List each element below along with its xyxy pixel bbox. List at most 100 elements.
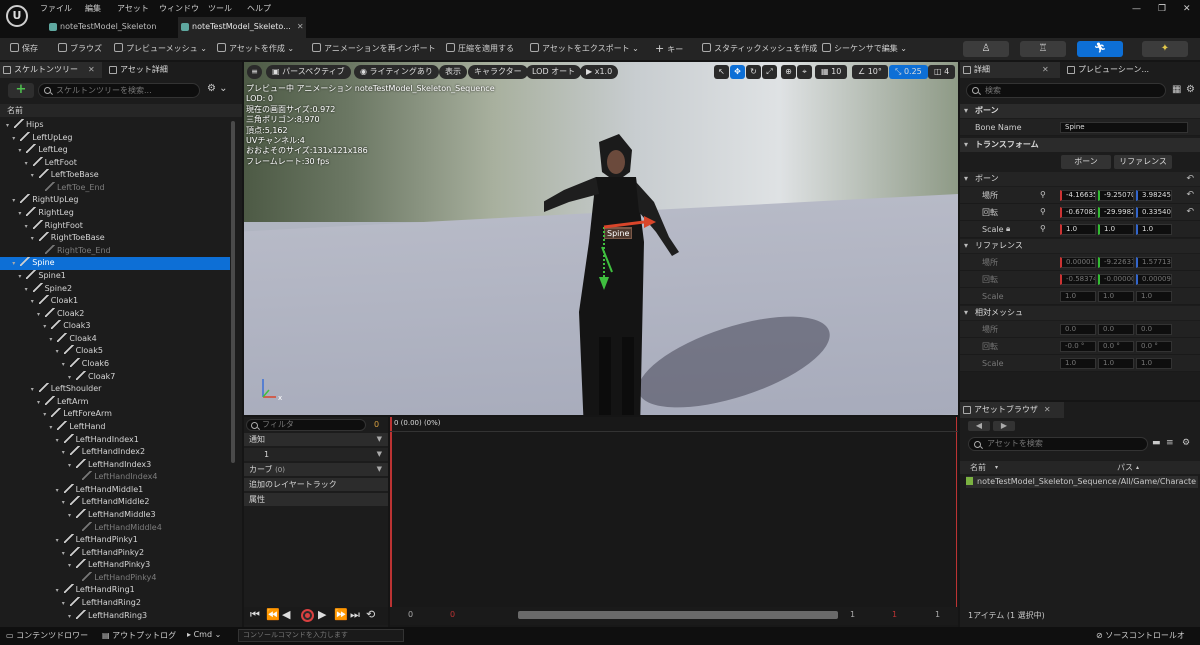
bone-row[interactable]: LeftToe_End xyxy=(0,181,230,195)
bone-row[interactable]: ▾ Spine2 xyxy=(0,282,230,296)
content-drawer-button[interactable]: ▭ コンテンツドロワー xyxy=(6,630,88,641)
play-end[interactable]: 1 xyxy=(892,610,897,619)
column-name[interactable]: 名前 xyxy=(970,461,986,474)
bone-row[interactable]: ▾ Hips xyxy=(0,119,230,132)
bone-row[interactable]: ▾ LeftUpLeg xyxy=(0,131,230,145)
settings-gear-icon[interactable]: ⚙ xyxy=(1182,438,1190,448)
close-tab-icon[interactable]: ✕ xyxy=(297,22,304,31)
translate-icon[interactable]: ✥ xyxy=(730,65,745,79)
bone-row[interactable]: ▾ Cloak5 xyxy=(0,345,230,358)
close-window-icon[interactable]: ✕ xyxy=(1183,4,1191,14)
lod-dropdown[interactable]: LOD オート xyxy=(526,65,582,79)
bone-row[interactable]: ▾ LeftFoot xyxy=(0,156,230,170)
tree-scrollbar[interactable] xyxy=(231,121,235,463)
tab-details[interactable]: 詳細 ✕ xyxy=(960,62,1060,78)
timeline-scrollbar[interactable] xyxy=(518,611,838,619)
mesh-mode-button[interactable]: ♖ xyxy=(1020,41,1066,57)
doc-tab-skeleton[interactable]: noteTestModel_Skeleton xyxy=(46,17,172,38)
skeleton-search-input[interactable]: スケルトンツリーを検索... xyxy=(38,83,200,98)
play-reverse-icon[interactable]: ◀ xyxy=(282,608,290,621)
bone-row[interactable]: ▾ LeftHandPinky3 xyxy=(0,559,230,572)
bone-name-field[interactable]: Spine xyxy=(1060,122,1188,133)
bone-row[interactable]: ▾ LeftHandIndex2 xyxy=(0,446,230,459)
location-x-field[interactable]: -4.16635 xyxy=(1060,190,1096,201)
bone-row[interactable]: ▾ LeftHandMiddle1 xyxy=(0,483,230,497)
surface-snap-icon[interactable]: ⌖ xyxy=(797,65,812,79)
attributes-track[interactable]: 属性 xyxy=(244,493,388,506)
bone-row[interactable]: ▾ LeftHandIndex3 xyxy=(0,458,230,472)
add-button[interactable]: + xyxy=(8,83,34,98)
create-asset-dropdown[interactable]: アセットを作成 ⌄ xyxy=(217,38,294,60)
rotate-icon[interactable]: ↻ xyxy=(746,65,761,79)
play-forward-icon[interactable]: ▶ xyxy=(318,608,326,621)
tab-preview-scene[interactable]: プレビューシーン... xyxy=(1064,62,1174,78)
menu-edit[interactable]: 編集 xyxy=(85,3,101,14)
close-tab-icon[interactable]: ✕ xyxy=(1044,405,1051,414)
section-bone[interactable]: ボーン xyxy=(960,104,1200,118)
bone-row[interactable]: ▾ RightUpLeg xyxy=(0,194,230,207)
rotation-x-field[interactable]: -0.67082 xyxy=(1060,207,1096,218)
output-log-button[interactable]: ▤ アウトプットログ xyxy=(102,630,176,641)
go-to-start-icon[interactable]: ⏮ xyxy=(250,608,260,622)
bone-row[interactable]: ▾ LeftHandMiddle2 xyxy=(0,496,230,509)
step-forward-icon[interactable]: ⏩ xyxy=(334,608,348,621)
forward-arrow-icon[interactable]: ▶ xyxy=(993,421,1015,431)
play-start[interactable]: 0 xyxy=(450,610,455,619)
bone-space-button[interactable]: ボーン xyxy=(1061,155,1111,169)
show-dropdown[interactable]: 表示 xyxy=(439,65,467,79)
location-y-field[interactable]: -9.25070 xyxy=(1098,190,1134,201)
timeline-area[interactable]: 0 (0.00) (0%) xyxy=(390,417,958,627)
bone-row[interactable]: ▾ Spine1 xyxy=(0,269,230,283)
doc-tab-sequence[interactable]: noteTestModel_Skeleto... ✕ xyxy=(178,17,306,38)
cmd-dropdown[interactable]: ▸ Cmd ⌄ xyxy=(187,630,221,639)
subsection-reference[interactable]: リファレンス xyxy=(960,239,1200,253)
dropdown-arrow-icon[interactable]: ▼ xyxy=(377,463,382,476)
additive-layer-track[interactable]: 追加のレイヤートラック xyxy=(244,478,388,491)
scale-z-field[interactable]: 1.0 xyxy=(1136,224,1172,235)
animation-mode-button[interactable]: 🏃︎ xyxy=(1077,41,1123,57)
console-input[interactable]: コンソールコマンドを入力します xyxy=(238,629,404,642)
make-static-mesh-button[interactable]: スタティックメッシュを作成 xyxy=(702,38,817,60)
grid-snap-toggle[interactable]: ▦ 10 xyxy=(815,65,848,79)
local-space-icon[interactable]: ⊕ xyxy=(781,65,796,79)
reset-icon[interactable]: ↶ xyxy=(1186,174,1194,184)
lock-icon[interactable]: ⚲ xyxy=(1040,190,1046,199)
key-button[interactable]: + キー xyxy=(655,38,683,60)
bone-row[interactable]: ▾ LeftForeArm xyxy=(0,408,230,421)
browse-button[interactable]: ブラウズ xyxy=(58,38,102,60)
reimport-button[interactable]: アニメーションを再インポート xyxy=(312,38,436,60)
settings-gear-icon[interactable]: ⚙ xyxy=(1186,84,1195,95)
bone-row[interactable]: LeftHandIndex4 xyxy=(0,471,230,484)
reset-icon[interactable]: ↶ xyxy=(1186,207,1194,217)
reset-icon[interactable]: ↶ xyxy=(1186,190,1194,200)
unreal-logo-icon[interactable]: U xyxy=(6,5,28,27)
step-back-icon[interactable]: ⏪ xyxy=(266,608,280,621)
bone-row[interactable]: ▾ LeftHandRing3 xyxy=(0,609,230,623)
bone-row[interactable]: LeftHandMiddle4 xyxy=(0,521,230,535)
export-asset-dropdown[interactable]: アセットをエクスポート ⌄ xyxy=(530,38,639,60)
lighting-dropdown[interactable]: ◉ ライティングあり xyxy=(354,65,439,79)
scale-snap-toggle[interactable]: ◫ 4 xyxy=(928,65,956,79)
rotation-y-field[interactable]: -29.9982 xyxy=(1098,207,1134,218)
bone-row[interactable]: ▾ Cloak6 xyxy=(0,358,230,371)
subsection-relative-mesh[interactable]: 相対メッシュ xyxy=(960,306,1200,320)
menu-window[interactable]: ウィンドウ xyxy=(159,3,199,14)
bone-row[interactable]: ▾ Cloak7 xyxy=(0,370,230,384)
section-transform[interactable]: トランスフォーム xyxy=(960,138,1200,152)
timeline-filter-input[interactable]: フィルタ xyxy=(246,419,366,431)
bone-row[interactable]: ▾ LeftHandRing1 xyxy=(0,584,230,597)
bone-row[interactable]: ▾ RightFoot xyxy=(0,219,230,233)
go-to-end-icon[interactable]: ⏭ xyxy=(350,608,360,622)
menu-asset[interactable]: アセット xyxy=(117,3,149,14)
notifies-track[interactable]: 通知 ▼ xyxy=(244,433,388,446)
character-dropdown[interactable]: キャラクター xyxy=(468,65,528,79)
record-button[interactable] xyxy=(301,609,314,622)
bone-row[interactable]: ▾ LeftHandPinky2 xyxy=(0,546,230,560)
folder-icon[interactable]: ▬ xyxy=(1152,438,1161,448)
bone-row[interactable]: ▾ RightToeBase xyxy=(0,232,230,245)
bone-row[interactable]: ▾ LeftToeBase xyxy=(0,169,230,182)
location-z-field[interactable]: 3.982455 xyxy=(1136,190,1172,201)
bone-row[interactable]: ▾ Cloak4 xyxy=(0,332,230,346)
playhead[interactable] xyxy=(390,417,392,607)
filter-icon[interactable]: ≡ xyxy=(1166,438,1174,448)
